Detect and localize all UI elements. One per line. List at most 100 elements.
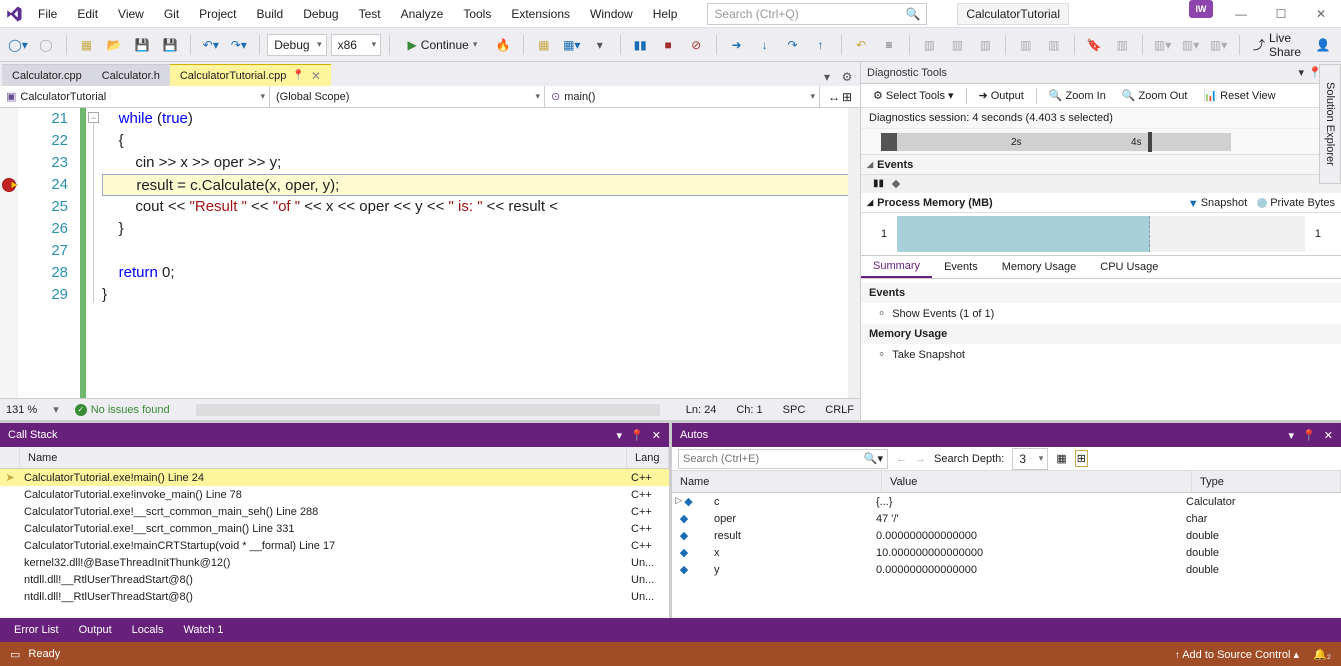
config-dropdown[interactable]: Debug	[267, 34, 326, 56]
search-input[interactable]	[714, 7, 905, 21]
mem-chart[interactable]: 1 1	[861, 213, 1341, 255]
platform-dropdown[interactable]: x86	[331, 34, 382, 56]
code-line[interactable]: }	[102, 284, 860, 306]
autos-view-icon[interactable]: ⊞	[1075, 450, 1088, 467]
nav-forward-button[interactable]: ◯	[34, 33, 58, 57]
zoom-in-button[interactable]: Zoom In	[1045, 87, 1110, 104]
nav-func-dropdown[interactable]: ⊙ main()	[545, 86, 820, 107]
btn-a-icon[interactable]: ▥	[917, 33, 941, 57]
select-tools-button[interactable]: Select Tools ▾	[869, 87, 958, 104]
cs-close-icon[interactable]: ✕	[652, 429, 661, 442]
tab-calculator-h[interactable]: Calculator.h	[92, 64, 170, 86]
menu-tools[interactable]: Tools	[453, 2, 501, 26]
bottom-tab-watch-1[interactable]: Watch 1	[173, 618, 233, 642]
zoom-level[interactable]: 131 %	[6, 404, 37, 416]
debug-tool-3-icon[interactable]: ▾	[588, 33, 612, 57]
step-into-icon[interactable]: ↓	[753, 33, 777, 57]
debug-tool-2-icon[interactable]: ▦▾	[560, 33, 584, 57]
bottom-tab-error-list[interactable]: Error List	[4, 618, 69, 642]
scroll-indicator[interactable]	[848, 108, 860, 398]
redo-icon[interactable]: ↷▾	[227, 33, 251, 57]
code-line[interactable]: }	[102, 218, 860, 240]
callstack-row[interactable]: CalculatorTutorial.exe!invoke_main() Lin…	[0, 486, 669, 503]
autos-col-type[interactable]: Type	[1192, 471, 1341, 492]
solution-explorer-tab[interactable]: Solution Explorer	[1319, 64, 1341, 184]
tab-calculatortutorial-cpp[interactable]: CalculatorTutorial.cpp📍✕	[170, 64, 331, 86]
diag-output-button[interactable]: Output	[975, 87, 1028, 104]
nav-project-dropdown[interactable]: ▣ CalculatorTutorial	[0, 86, 270, 107]
btn-f-icon[interactable]: ▥	[1110, 33, 1134, 57]
autos-row[interactable]: ◆x10.000000000000000double	[672, 544, 1341, 561]
callstack-row[interactable]: ntdll.dll!__RtlUserThreadStart@8()Un...	[0, 571, 669, 588]
hot-reload-icon[interactable]: 🔥	[491, 33, 515, 57]
reset-view-button[interactable]: Reset View	[1199, 87, 1279, 104]
bottom-tab-output[interactable]: Output	[69, 618, 122, 642]
diag-tab-cpu-usage[interactable]: CPU Usage	[1088, 256, 1170, 278]
btn-i-icon[interactable]: ▥▾	[1207, 33, 1231, 57]
cs-col-lang[interactable]: Lang	[627, 447, 669, 468]
autos-pin-icon[interactable]: 📍	[1302, 429, 1316, 442]
new-project-icon[interactable]: ▦	[74, 33, 98, 57]
callstack-row[interactable]: kernel32.dll!@BaseThreadInitThunk@12()Un…	[0, 554, 669, 571]
nav-back-button[interactable]: ◯▾	[6, 33, 30, 57]
btn-c-icon[interactable]: ▥	[973, 33, 997, 57]
callstack-row[interactable]: ntdll.dll!__RtlUserThreadStart@8()Un...	[0, 588, 669, 605]
menu-help[interactable]: Help	[643, 2, 688, 26]
code-line[interactable]: result = c.Calculate(x, oper, y);	[102, 174, 860, 196]
menu-test[interactable]: Test	[349, 2, 391, 26]
restart-icon[interactable]: ⊘	[684, 33, 708, 57]
menu-debug[interactable]: Debug	[293, 2, 348, 26]
menu-build[interactable]: Build	[247, 2, 294, 26]
source-control-button[interactable]: ↑ Add to Source Control ▴	[1175, 648, 1299, 661]
menu-extensions[interactable]: Extensions	[501, 2, 580, 26]
autos-search-input[interactable]	[683, 453, 864, 465]
step-over-icon[interactable]: ↷	[781, 33, 805, 57]
show-next-icon[interactable]: ➜	[725, 33, 749, 57]
btn-g-icon[interactable]: ▥▾	[1151, 33, 1175, 57]
vs-logo[interactable]	[0, 0, 28, 28]
save-icon[interactable]: 💾	[130, 33, 154, 57]
autos-col-name[interactable]: Name	[672, 471, 882, 492]
stop-icon[interactable]: ■	[656, 33, 680, 57]
diag-ruler[interactable]: 2s 4s	[861, 129, 1341, 155]
intellitrace-icon[interactable]: ≡	[877, 33, 901, 57]
code-line[interactable]: cout << "Result " << "of " << x << oper …	[102, 196, 860, 218]
close-tab-icon[interactable]: ✕	[311, 69, 321, 83]
maximize-button[interactable]: ☐	[1261, 0, 1301, 28]
events-section-header[interactable]: Events	[861, 155, 1341, 175]
diag-tab-summary[interactable]: Summary	[861, 256, 932, 278]
autos-row[interactable]: ◆y0.000000000000000double	[672, 561, 1341, 578]
live-share-button[interactable]: ⤴ Live Share	[1247, 31, 1307, 59]
close-button[interactable]: ✕	[1301, 0, 1341, 28]
btn-h-icon[interactable]: ▥▾	[1179, 33, 1203, 57]
cs-dropdown-icon[interactable]: ▾	[617, 429, 623, 442]
menu-view[interactable]: View	[108, 2, 154, 26]
minimize-button[interactable]: —	[1221, 0, 1261, 28]
bottom-tab-locals[interactable]: Locals	[122, 618, 174, 642]
pin-icon[interactable]: 📍	[292, 70, 304, 81]
tab-dropdown-icon[interactable]: ▾	[818, 68, 836, 86]
search-nav-fwd[interactable]: →	[915, 453, 926, 465]
tab-settings-icon[interactable]: ⚙	[838, 68, 856, 86]
callstack-row[interactable]: ➤CalculatorTutorial.exe!main() Line 24C+…	[0, 469, 669, 486]
nav-scope-dropdown[interactable]: (Global Scope)	[270, 86, 545, 107]
solution-name[interactable]: CalculatorTutorial	[957, 3, 1069, 25]
menu-git[interactable]: Git	[154, 2, 189, 26]
cs-col-name[interactable]: Name	[20, 447, 627, 468]
notifications-icon[interactable]: 🔔₂	[1313, 648, 1331, 661]
menu-analyze[interactable]: Analyze	[391, 2, 454, 26]
undo-icon[interactable]: ↶▾	[199, 33, 223, 57]
autos-search-icon[interactable]: 🔍▾	[864, 452, 883, 465]
menu-edit[interactable]: Edit	[67, 2, 108, 26]
autos-row[interactable]: ◆oper47 '/'char	[672, 510, 1341, 527]
autos-dropdown-icon[interactable]: ▾	[1289, 429, 1295, 442]
callstack-row[interactable]: CalculatorTutorial.exe!__scrt_common_mai…	[0, 503, 669, 520]
toggle-icon[interactable]: ⊞	[842, 90, 852, 104]
breakpoint-icon[interactable]	[2, 178, 16, 192]
autos-filter-icon[interactable]: ▦	[1056, 452, 1066, 465]
open-icon[interactable]: 📂	[102, 33, 126, 57]
menu-window[interactable]: Window	[580, 2, 643, 26]
btn-d-icon[interactable]: ▥	[1014, 33, 1038, 57]
btn-e-icon[interactable]: ▥	[1042, 33, 1066, 57]
bookmark-icon[interactable]: 🔖	[1082, 33, 1106, 57]
